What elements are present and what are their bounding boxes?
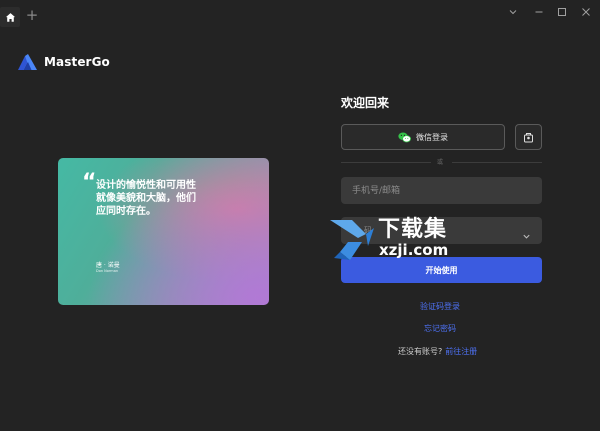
register-link[interactable]: 前往注册 bbox=[445, 347, 477, 356]
or-divider-text: 或 bbox=[437, 159, 444, 166]
register-row: 还没有账号? 前往注册 bbox=[398, 346, 477, 357]
phone-email-input[interactable] bbox=[341, 177, 542, 204]
divider-right bbox=[452, 162, 542, 163]
quote-author-en: Don Norman bbox=[96, 269, 119, 273]
no-account-text: 还没有账号? bbox=[398, 347, 443, 356]
forgot-password-link[interactable]: 忘记密码 bbox=[424, 323, 456, 334]
close-button[interactable] bbox=[578, 4, 594, 20]
code-login-link[interactable]: 验证码登录 bbox=[420, 301, 460, 312]
quote-mark: “ bbox=[82, 170, 97, 195]
wechat-login-label: 微信登录 bbox=[416, 132, 448, 142]
maximize-icon bbox=[558, 8, 566, 16]
minimize-button[interactable] bbox=[531, 4, 547, 20]
quote-author: 唐 · 诺曼 bbox=[96, 262, 120, 269]
watermark-logo-icon bbox=[330, 220, 374, 260]
home-icon bbox=[5, 12, 15, 22]
app-name: MasterGo bbox=[44, 55, 110, 69]
maximize-button[interactable] bbox=[554, 4, 570, 20]
quote-text: 设计的愉悦性和可用性就像美貌和大脑，他们应同时存在。 bbox=[96, 180, 196, 217]
app-logo: MasterGo bbox=[18, 54, 110, 70]
user-badge-icon bbox=[524, 132, 533, 142]
watermark-domain: xzji.com bbox=[379, 241, 449, 259]
title-bar: + bbox=[0, 0, 600, 30]
new-tab-button[interactable]: + bbox=[25, 6, 39, 24]
watermark: 下载集 xzji.com bbox=[328, 218, 468, 262]
mastergo-logo-icon bbox=[18, 54, 37, 70]
minimize-icon bbox=[535, 11, 543, 13]
home-tab[interactable] bbox=[0, 7, 20, 27]
wechat-icon bbox=[398, 132, 411, 143]
wechat-login-button[interactable]: 微信登录 bbox=[341, 124, 505, 150]
watermark-title: 下载集 bbox=[378, 217, 448, 242]
chevron-down-icon bbox=[509, 10, 517, 15]
chevron-down-icon[interactable] bbox=[522, 226, 531, 245]
divider-left bbox=[341, 162, 431, 163]
quote-card: “ 设计的愉悦性和可用性就像美貌和大脑，他们应同时存在。 唐 · 诺曼 Don … bbox=[58, 158, 269, 305]
welcome-heading: 欢迎回来 bbox=[341, 96, 390, 110]
close-icon bbox=[582, 8, 590, 16]
sso-login-button[interactable] bbox=[515, 124, 542, 150]
tab-list-button[interactable] bbox=[505, 4, 521, 20]
